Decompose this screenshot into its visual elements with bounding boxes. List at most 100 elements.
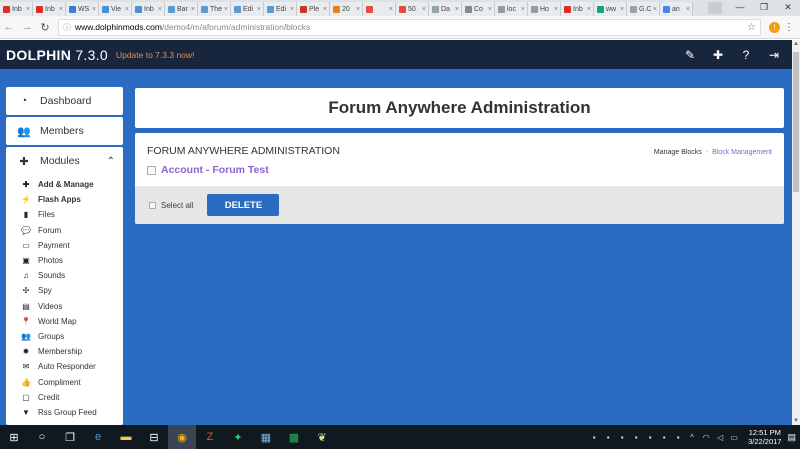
browser-tab[interactable]: Da ×: [429, 2, 462, 16]
scroll-up-arrow-icon[interactable]: ▲: [792, 41, 800, 47]
tab-close-icon[interactable]: ×: [59, 6, 63, 13]
page-scrollbar[interactable]: ▲ ▼: [792, 40, 800, 425]
tab-close-icon[interactable]: ×: [389, 6, 393, 13]
app-icon-green[interactable]: ✦: [224, 425, 252, 449]
tray-app-icon[interactable]: ▪: [660, 433, 668, 442]
scroll-down-arrow-icon[interactable]: ▼: [792, 418, 800, 424]
app-icon-leaf[interactable]: ❦: [308, 425, 336, 449]
tab-close-icon[interactable]: ×: [125, 6, 129, 13]
sidebar-item-dashboard[interactable]: ◔ Dashboard: [6, 87, 123, 115]
browser-tab[interactable]: Ple ×: [297, 2, 330, 16]
url-input[interactable]: ⓘ www.dolphinmods.com /demo4/m/aforum/ad…: [58, 18, 761, 36]
app-icon-green-2[interactable]: ▩: [280, 425, 308, 449]
store-icon[interactable]: ⊟: [140, 425, 168, 449]
sidebar-module-item[interactable]: ✚ Add & Manage: [6, 177, 123, 192]
browser-tab[interactable]: Inb ×: [132, 2, 165, 16]
tab-close-icon[interactable]: ×: [620, 6, 624, 13]
logout-icon[interactable]: ⇥: [766, 48, 782, 62]
tray-app-icon[interactable]: ▪: [604, 433, 612, 442]
forward-arrow-icon[interactable]: →: [18, 21, 36, 33]
bookmark-star-icon[interactable]: ☆: [747, 22, 756, 33]
filezilla-icon[interactable]: Z: [196, 425, 224, 449]
edit-icon[interactable]: ✎: [682, 48, 698, 62]
tab-close-icon[interactable]: ×: [92, 6, 96, 13]
browser-tab[interactable]: Edi ×: [264, 2, 297, 16]
tab-close-icon[interactable]: ×: [26, 6, 30, 13]
browser-tab[interactable]: Bar ×: [165, 2, 198, 16]
browser-tab[interactable]: Inb ×: [33, 2, 66, 16]
browser-tab[interactable]: Edi ×: [231, 2, 264, 16]
file-explorer-icon[interactable]: ▬: [112, 425, 140, 449]
tray-app-icon[interactable]: ▪: [632, 433, 640, 442]
brand-logo[interactable]: DOLPHIN 7.3.0: [6, 47, 108, 63]
browser-tab[interactable]: Vie ×: [99, 2, 132, 16]
sidebar-module-item[interactable]: ▮ Files: [6, 207, 123, 222]
scrollbar-thumb[interactable]: [793, 52, 799, 192]
delete-button[interactable]: DELETE: [207, 194, 280, 216]
tab-close-icon[interactable]: ×: [290, 6, 294, 13]
block-name-link[interactable]: Account - Forum Test: [161, 164, 269, 176]
tab-close-icon[interactable]: ×: [653, 6, 657, 13]
browser-tab[interactable]: Inb ×: [0, 2, 33, 16]
sidebar-module-item[interactable]: 💬 Forum: [6, 223, 123, 238]
sidebar-item-modules[interactable]: ✚ Modules ⌃: [6, 147, 123, 175]
chevron-up-icon[interactable]: ⌃: [107, 156, 115, 167]
tab-close-icon[interactable]: ×: [422, 6, 426, 13]
sidebar-item-members[interactable]: 👥 Members: [6, 117, 123, 145]
browser-tab[interactable]: Co ×: [462, 2, 495, 16]
extension-warning-icon[interactable]: !: [769, 21, 780, 33]
tray-app-icon[interactable]: ▪: [590, 433, 598, 442]
browser-tab[interactable]: The ×: [198, 2, 231, 16]
tab-close-icon[interactable]: ×: [455, 6, 459, 13]
puzzle-icon[interactable]: ✚: [710, 48, 726, 62]
close-window-button[interactable]: ✕: [776, 0, 800, 16]
notification-icon[interactable]: ▤: [787, 432, 796, 443]
app-icon-blue[interactable]: ▦: [252, 425, 280, 449]
tray-app-icon[interactable]: ▪: [618, 433, 626, 442]
tab-close-icon[interactable]: ×: [554, 6, 558, 13]
windows-start-icon[interactable]: ⊞: [0, 425, 28, 449]
tab-close-icon[interactable]: ×: [257, 6, 261, 13]
sidebar-module-item[interactable]: ▼ Rss Group Feed: [6, 405, 123, 420]
tab-close-icon[interactable]: ×: [224, 6, 228, 13]
system-clock[interactable]: 12:51 PM 3/22/2017: [748, 428, 781, 446]
user-profile-icon[interactable]: [708, 2, 722, 14]
sidebar-module-item[interactable]: 📍 World Map: [6, 314, 123, 329]
browser-tab[interactable]: ×: [363, 2, 396, 16]
tray-app-icon[interactable]: ▪: [674, 433, 682, 442]
sidebar-module-item[interactable]: ✉ Auto Responder: [6, 359, 123, 374]
browser-tab[interactable]: Ho ×: [528, 2, 561, 16]
chevron-up-tray-icon[interactable]: ^: [688, 433, 696, 442]
sidebar-module-item[interactable]: ♫ Sounds: [6, 268, 123, 283]
battery-icon[interactable]: ▭: [730, 433, 738, 442]
wifi-icon[interactable]: ◠: [702, 433, 710, 442]
update-link[interactable]: Update to 7.3.3 now!: [116, 50, 194, 60]
tab-close-icon[interactable]: ×: [323, 6, 327, 13]
browser-menu-icon[interactable]: ⋮: [784, 22, 794, 33]
info-icon[interactable]: ⓘ: [63, 22, 71, 33]
sidebar-module-item[interactable]: 👥 Groups: [6, 329, 123, 344]
block-management-link[interactable]: Block Management: [712, 149, 772, 156]
block-checkbox[interactable]: [147, 165, 156, 175]
back-arrow-icon[interactable]: ←: [0, 21, 18, 33]
browser-tab[interactable]: 20 ×: [330, 2, 363, 16]
reload-icon[interactable]: ↻: [36, 21, 54, 34]
tab-close-icon[interactable]: ×: [686, 6, 690, 13]
tab-close-icon[interactable]: ×: [158, 6, 162, 13]
sidebar-module-item[interactable]: ▢ Credit: [6, 390, 123, 405]
minimize-button[interactable]: —: [728, 0, 752, 16]
sidebar-module-item[interactable]: ✣ Spy: [6, 283, 123, 298]
help-icon[interactable]: ?: [738, 48, 754, 62]
browser-tab[interactable]: loc ×: [495, 2, 528, 16]
task-view-icon[interactable]: ❐: [56, 425, 84, 449]
edge-browser-icon[interactable]: e: [84, 425, 112, 449]
chrome-icon[interactable]: ◉: [168, 425, 196, 449]
tab-close-icon[interactable]: ×: [488, 6, 492, 13]
sidebar-module-item[interactable]: ▤ Videos: [6, 299, 123, 314]
volume-icon[interactable]: ◁: [716, 433, 724, 442]
browser-tab[interactable]: an ×: [660, 2, 693, 16]
browser-tab[interactable]: G.C ×: [627, 2, 660, 16]
tray-app-icon[interactable]: ▪: [646, 433, 654, 442]
sidebar-module-item[interactable]: ▣ Photos: [6, 253, 123, 268]
tab-close-icon[interactable]: ×: [191, 6, 195, 13]
